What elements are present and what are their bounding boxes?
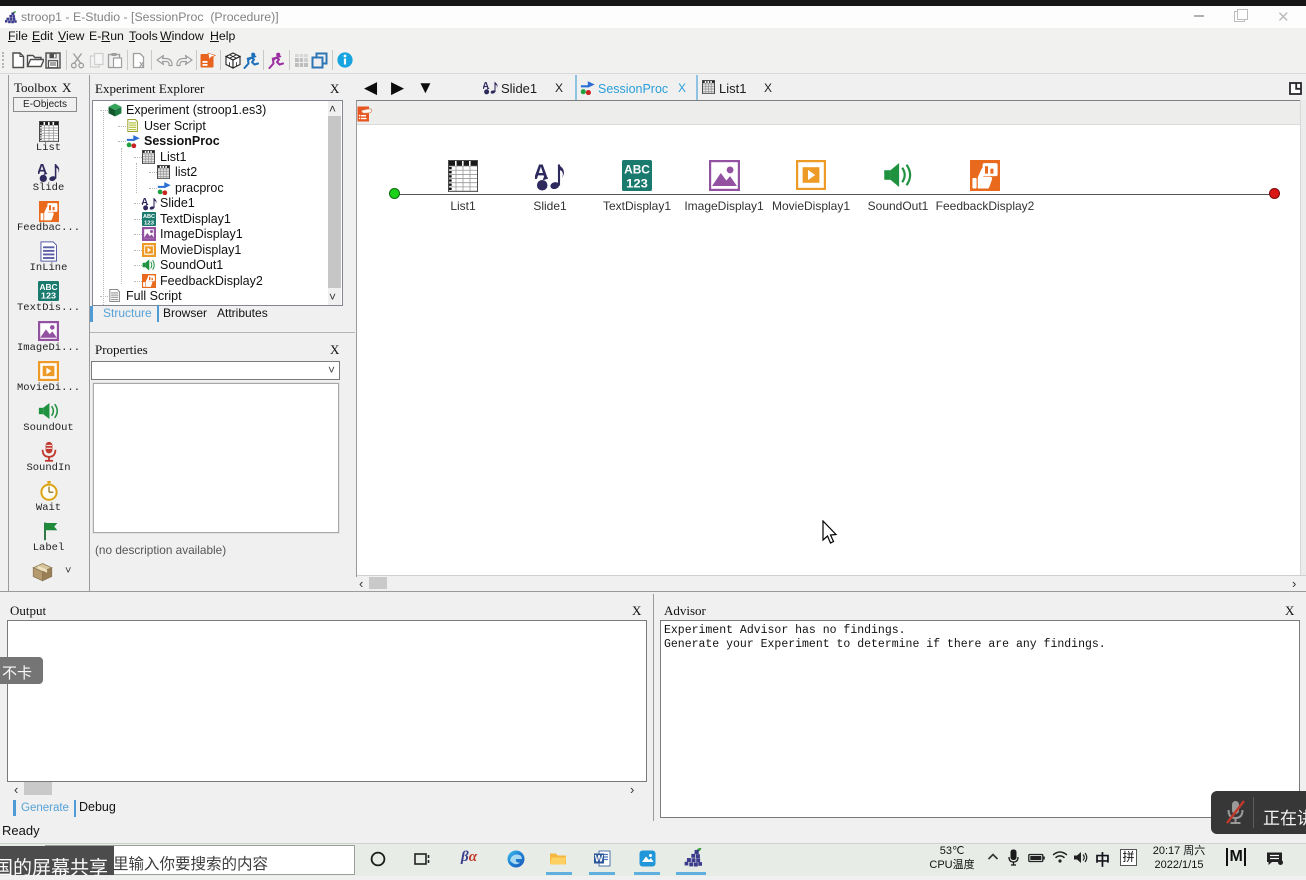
svg-text:123: 123: [41, 292, 57, 301]
svg-text:ABC: ABC: [143, 214, 155, 220]
svg-text:ABC: ABC: [39, 283, 57, 292]
svg-text:ABC: ABC: [624, 163, 650, 177]
svg-text:x: x: [139, 59, 144, 69]
svg-text:123: 123: [626, 176, 648, 190]
svg-text:W: W: [595, 854, 604, 864]
svg-text:123: 123: [144, 220, 154, 226]
